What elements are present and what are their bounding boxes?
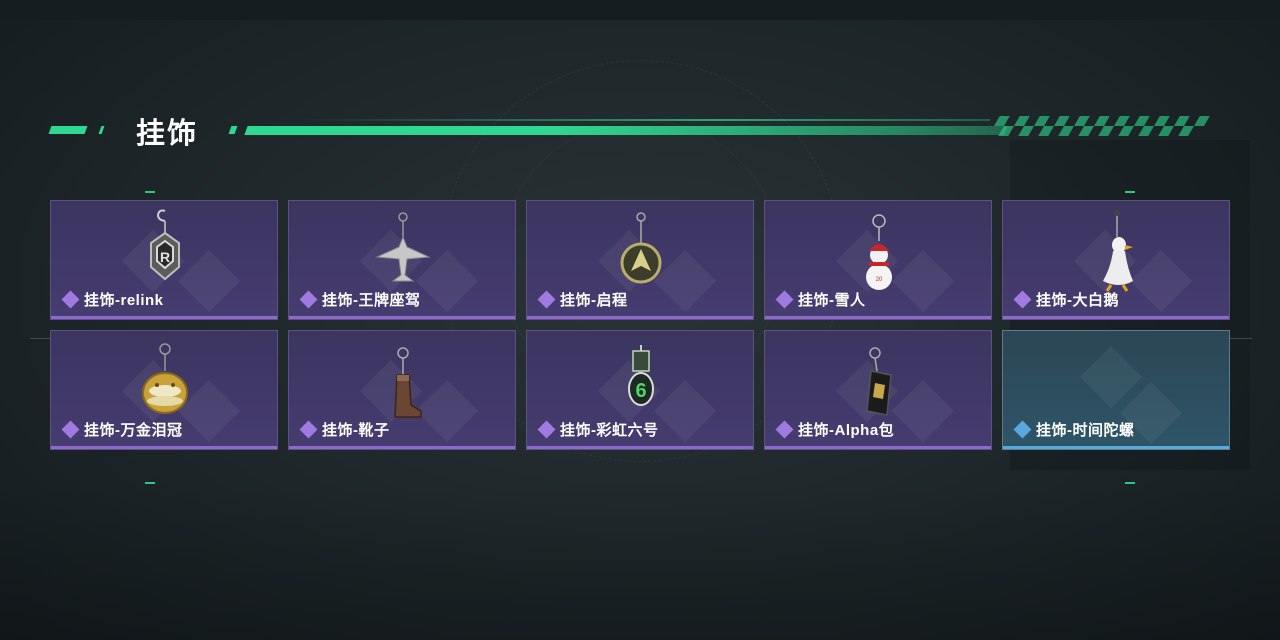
rarity-diamond-icon (775, 420, 794, 438)
jet-plane-charm-icon (375, 212, 431, 282)
card-name: 挂饰-时间陀螺 (1013, 419, 1135, 440)
card-label: 挂饰-靴子 (322, 422, 390, 439)
svg-text:R: R (160, 249, 170, 265)
frame-tick (1125, 482, 1135, 484)
rarity-diamond-icon (1013, 290, 1032, 308)
card-label: 挂饰-王牌座驾 (322, 292, 421, 309)
top-bar (0, 0, 1280, 20)
rarity-stripe (51, 316, 277, 319)
card-label: 挂饰-时间陀螺 (1036, 422, 1135, 439)
frame-tick (145, 191, 155, 193)
charm-card[interactable]: 挂饰-时间陀螺 (1002, 330, 1230, 450)
white-goose-charm-icon (1103, 210, 1133, 292)
charm-card[interactable]: 挂饰-大白鹅 (1002, 200, 1230, 320)
card-name: 挂饰-靴子 (299, 419, 390, 440)
rarity-diamond-icon (299, 290, 318, 308)
charm-card[interactable]: 挂饰-靴子 (288, 330, 516, 450)
golden-crown-charm-icon (142, 343, 188, 414)
background-floor (0, 480, 1280, 640)
svg-text:20: 20 (876, 277, 883, 283)
header-dash-left (48, 126, 88, 134)
header-dash-small-right (228, 126, 238, 134)
card-label: 挂饰-彩虹六号 (560, 422, 659, 439)
boot-charm-icon (394, 347, 422, 418)
card-name: 挂饰-王牌座驾 (299, 289, 421, 310)
card-name: 挂饰-Alpha包 (775, 419, 895, 440)
card-label: 挂饰-relink (84, 292, 164, 309)
card-label: 挂饰-雪人 (798, 292, 866, 309)
card-name: 挂饰-大白鹅 (1013, 289, 1119, 310)
rarity-stripe (527, 316, 753, 319)
rarity-stripe (289, 316, 515, 319)
rarity-diamond-icon (1013, 420, 1032, 438)
card-label: 挂饰-大白鹅 (1036, 292, 1119, 309)
rarity-stripe (1003, 316, 1229, 319)
charm-card[interactable]: 挂饰-王牌座驾 (288, 200, 516, 320)
charm-card[interactable]: 挂饰-万金泪冠 (50, 330, 278, 450)
rarity-stripe (51, 446, 277, 449)
frame-tick (145, 482, 155, 484)
charm-grid: R 挂饰-relink 挂饰-王牌座驾 挂饰-启程 20 挂饰-雪人 挂饰-大白… (50, 200, 1230, 450)
card-label: 挂饰-Alpha包 (798, 422, 895, 439)
card-name: 挂饰-启程 (537, 289, 628, 310)
rarity-diamond-icon (537, 420, 556, 438)
rarity-stripe (289, 446, 515, 449)
frame-side-line (30, 338, 50, 339)
header-bar (244, 126, 1008, 135)
card-label: 挂饰-万金泪冠 (84, 422, 183, 439)
section-title: 挂饰 (136, 118, 199, 150)
relink-charm-icon: R (150, 209, 180, 281)
rainbow-six-charm-icon: 6 (628, 345, 654, 406)
charm-card[interactable]: 挂饰-启程 (526, 200, 754, 320)
rarity-diamond-icon (61, 290, 80, 308)
svg-text:6: 6 (635, 380, 646, 402)
alpha-pack-charm-icon (866, 347, 892, 416)
rarity-stripe (765, 316, 991, 319)
card-name: 挂饰-relink (61, 289, 164, 310)
header-checker-pattern (988, 116, 1210, 136)
charm-card[interactable]: 挂饰-Alpha包 (764, 330, 992, 450)
rarity-stripe (1003, 446, 1229, 449)
card-name: 挂饰-万金泪冠 (61, 419, 183, 440)
card-name: 挂饰-雪人 (775, 289, 866, 310)
rarity-diamond-icon (61, 420, 80, 438)
header-thin-line (300, 119, 990, 121)
charm-card[interactable]: R 挂饰-relink (50, 200, 278, 320)
compass-badge-charm-icon (620, 212, 662, 284)
rarity-stripe (527, 446, 753, 449)
rarity-diamond-icon (537, 290, 556, 308)
rarity-stripe (765, 446, 991, 449)
snowman-charm-icon: 20 (866, 214, 892, 290)
card-label: 挂饰-启程 (560, 292, 628, 309)
charm-card[interactable]: 20 挂饰-雪人 (764, 200, 992, 320)
rarity-diamond-icon (775, 290, 794, 308)
frame-side-line (1230, 338, 1252, 339)
header-dash-small (98, 126, 105, 134)
frame-tick (1125, 191, 1135, 193)
rarity-diamond-icon (299, 420, 318, 438)
card-name: 挂饰-彩虹六号 (537, 419, 659, 440)
charm-card[interactable]: 6 挂饰-彩虹六号 (526, 330, 754, 450)
